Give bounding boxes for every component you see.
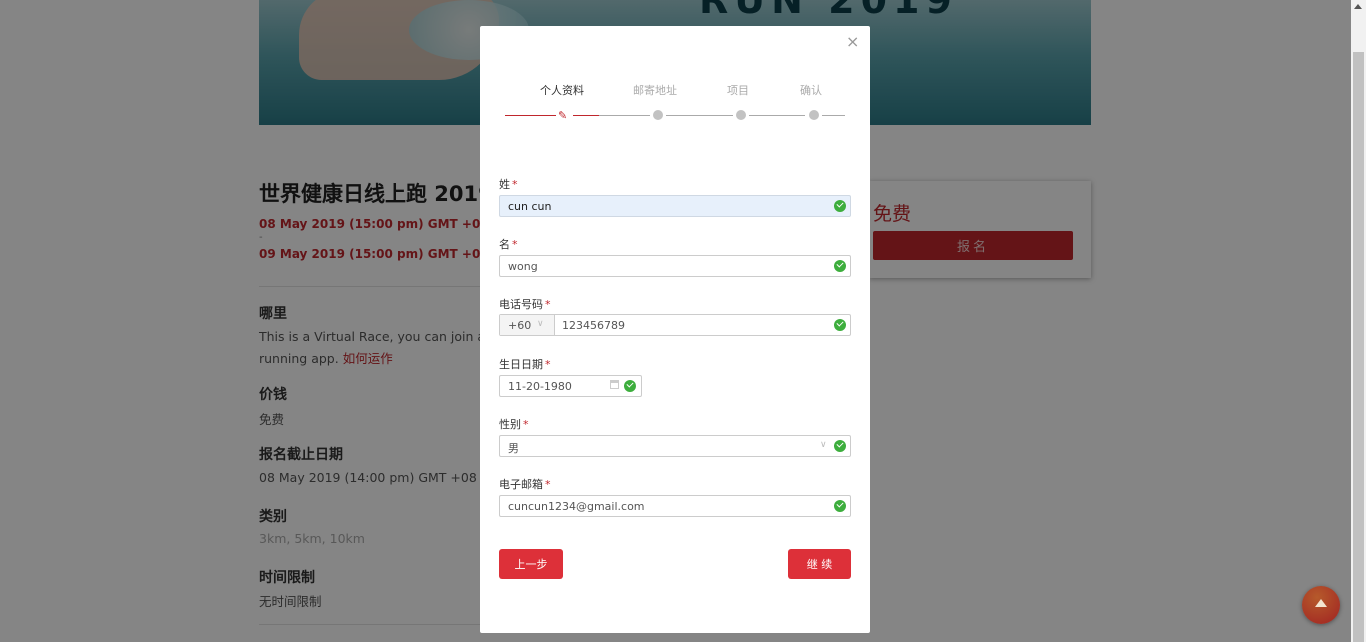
step-progress-line [505, 115, 556, 116]
step-line [822, 115, 845, 116]
last-name-field[interactable]: cun cun [499, 195, 851, 217]
last-name-label: 姓 * [499, 178, 518, 191]
close-icon[interactable]: × [846, 32, 859, 51]
scrollbar-thumb[interactable] [1353, 52, 1364, 642]
email-field[interactable]: cuncun1234@gmail.com [499, 495, 851, 517]
valid-check-icon [834, 200, 846, 212]
scroll-up-arrow-icon[interactable] [1354, 4, 1362, 9]
step-mailing-address: 邮寄地址 [633, 84, 677, 97]
phone-value: 123456789 [562, 319, 625, 332]
country-code-value: +60 [508, 319, 532, 332]
step-dot-icon [653, 110, 663, 120]
continue-button[interactable]: 继 续 [788, 549, 851, 579]
back-to-top-button[interactable] [1302, 586, 1340, 624]
step-progress-line [573, 115, 599, 116]
gender-value: 男 [508, 442, 519, 455]
email-label: 电子邮箱 * [499, 478, 551, 491]
valid-check-icon [834, 500, 846, 512]
birthday-value: 11-20-1980 [508, 380, 572, 393]
gender-select[interactable]: 男 ∨ [499, 435, 851, 457]
arrow-up-icon [1315, 599, 1327, 607]
step-event: 项目 [727, 84, 749, 97]
email-value: cuncun1234@gmail.com [508, 500, 645, 513]
registration-modal: × 个人资料 邮寄地址 项目 确认 ✎ 姓 * cun cun 名 * wong 电… [480, 26, 870, 633]
step-line [749, 115, 805, 116]
previous-button[interactable]: 上一步 [499, 549, 563, 579]
country-code-select[interactable]: +60 ∨ [500, 315, 555, 335]
birthday-label: 生日日期 * [499, 358, 551, 371]
valid-check-icon [834, 319, 846, 331]
pencil-icon: ✎ [558, 109, 568, 122]
valid-check-icon [834, 440, 846, 452]
step-dot-icon [736, 110, 746, 120]
valid-check-icon [624, 380, 636, 392]
last-name-value: cun cun [508, 200, 552, 213]
chevron-down-icon: ∨ [537, 319, 544, 329]
first-name-field[interactable]: wong [499, 255, 851, 277]
gender-label: 性别 * [499, 418, 529, 431]
step-confirm: 确认 [800, 84, 822, 97]
valid-check-icon [834, 260, 846, 272]
step-personal-info: 个人资料 [540, 84, 584, 97]
step-line [599, 115, 650, 116]
first-name-value: wong [508, 260, 538, 273]
first-name-label: 名 * [499, 238, 518, 251]
phone-label: 电话号码 * [499, 298, 551, 311]
step-line [666, 115, 733, 116]
page-scrollbar[interactable] [1351, 0, 1366, 642]
phone-field[interactable]: +60 ∨ 123456789 [499, 314, 851, 336]
step-dot-icon [809, 110, 819, 120]
chevron-down-icon: ∨ [820, 440, 827, 450]
calendar-icon[interactable] [610, 380, 619, 389]
birthday-field[interactable]: 11-20-1980 [499, 375, 642, 397]
